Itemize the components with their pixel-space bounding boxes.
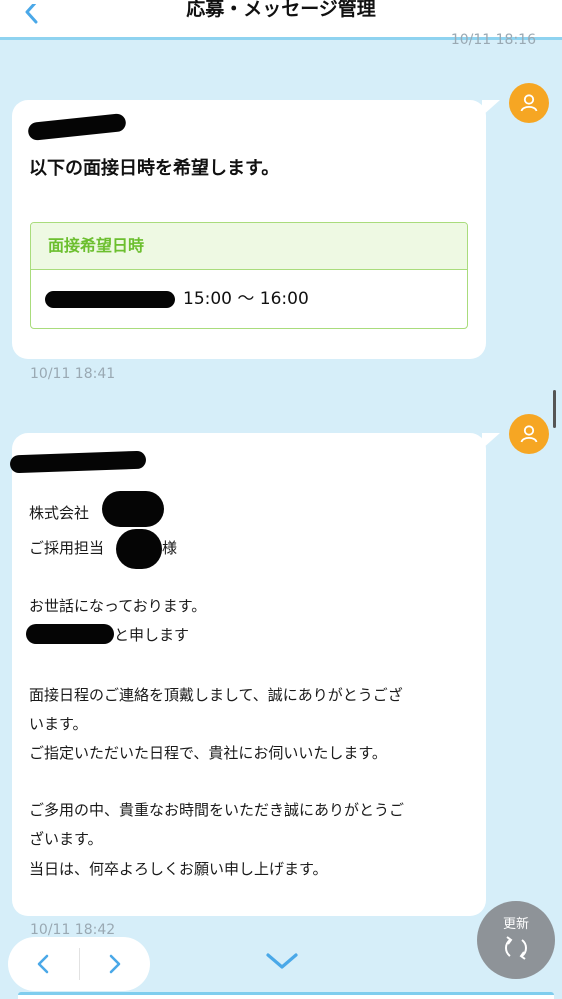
user-avatar	[509, 83, 549, 123]
message-line: ご採用担当	[29, 539, 105, 557]
message-line: 面接日程のご連絡を頂戴しまして、誠にありがとうござ	[29, 686, 403, 704]
redaction-mark	[27, 112, 127, 142]
message-timestamp: 10/11 18:41	[30, 366, 116, 382]
message-line: お世話になっております。	[29, 597, 207, 615]
refresh-button[interactable]: 更新	[477, 901, 555, 979]
scroll-down-button[interactable]	[262, 946, 302, 976]
redaction-mark	[45, 291, 175, 308]
redaction-mark	[116, 529, 162, 569]
person-icon	[520, 94, 538, 112]
user-avatar	[509, 414, 549, 454]
interview-time: 15:00 ～ 16:00	[183, 289, 309, 309]
interview-date-box: 面接希望日時 15:00 ～ 16:00	[30, 222, 468, 329]
message-bubble: 以下の面接日時を希望します。 面接希望日時 15:00 ～ 16:00	[12, 100, 500, 359]
redaction-mark	[102, 491, 164, 527]
message-line: います。	[29, 715, 88, 733]
message-line: と申します	[114, 626, 190, 644]
bubble-tail	[482, 433, 500, 449]
refresh-label: 更新	[502, 917, 529, 932]
message-timestamp: 10/11 18:16	[450, 32, 536, 48]
interview-date-header: 面接希望日時	[31, 223, 467, 270]
message-line: 株式会社	[29, 504, 90, 522]
message-bubble: 株式会社 ご採用担当 様 お世話になっております。 と申します 面接日程のご連絡…	[9, 433, 500, 916]
scrollbar[interactable]	[553, 390, 556, 428]
previous-button[interactable]	[8, 937, 79, 991]
interview-date-row: 15:00 ～ 16:00	[31, 270, 467, 328]
chevron-down-icon	[266, 953, 298, 969]
message-line: ご多用の中、貴重なお時間をいただき誠にありがとうご	[29, 801, 405, 819]
message-line: ざいます。	[29, 830, 103, 848]
refresh-icon	[505, 936, 527, 960]
message-line: 様	[162, 539, 178, 557]
message-line: 当日は、何卒よろしくお願い申し上げます。	[29, 860, 328, 878]
redaction-mark	[26, 624, 114, 644]
bubble-tail	[482, 100, 500, 116]
person-icon	[520, 425, 538, 443]
next-button[interactable]	[80, 937, 151, 991]
redaction-mark	[9, 450, 147, 474]
message-line: ご指定いただいた日程で、貴社にお伺いいたします。	[29, 744, 387, 762]
chevron-left-icon	[37, 954, 49, 974]
chevron-right-icon	[109, 954, 121, 974]
message-timestamp: 10/11 18:42	[30, 922, 116, 938]
message-title: 以下の面接日時を希望します。	[29, 158, 280, 179]
pager-control	[8, 937, 150, 991]
composer-bar[interactable]	[18, 992, 554, 999]
page-title: 応募・メッセージ管理	[186, 0, 376, 20]
